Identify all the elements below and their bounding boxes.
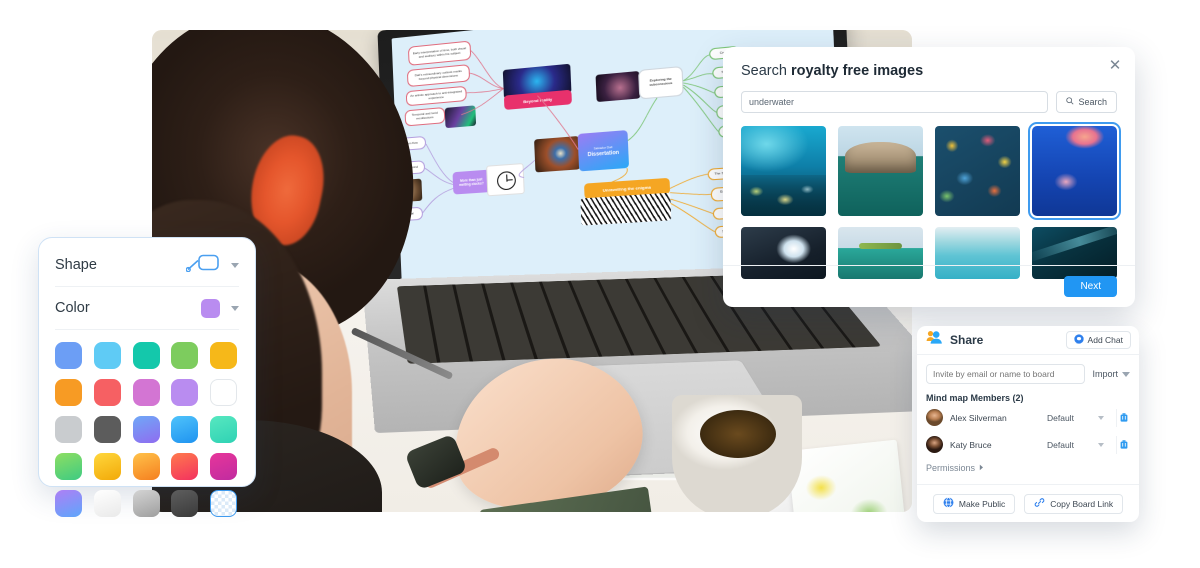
invite-input[interactable] [926, 364, 1086, 384]
dialog-title-bold: royalty free images [790, 63, 924, 79]
share-footer: Make Public Copy Board Link [917, 484, 1139, 522]
swatch-white[interactable] [210, 379, 238, 406]
dialog-footer: Next [723, 265, 1135, 307]
shape-label: Shape [55, 257, 97, 273]
result-colorful-coral-garden[interactable] [935, 126, 1020, 216]
trash-icon[interactable] [1116, 435, 1130, 454]
swatch-green-gradient[interactable] [55, 453, 82, 480]
coffee-liquid [700, 410, 776, 458]
swatch-charcoal-gradient[interactable] [171, 490, 199, 517]
copy-board-link-label: Copy Board Link [1050, 498, 1114, 509]
swatch-orange-gradient[interactable] [132, 453, 160, 480]
swatch-magenta-gradient[interactable] [210, 453, 238, 480]
add-chat-label: Add Chat [1087, 335, 1123, 345]
add-chat-button[interactable]: Add Chat [1065, 331, 1131, 349]
import-dropdown[interactable]: Import [1092, 369, 1130, 379]
avatar-alex [926, 409, 943, 426]
swatch-gold-gradient[interactable] [93, 453, 121, 480]
search-images-dialog: Search royalty free images ✕ Search Next [723, 47, 1135, 307]
swatch-light-gray[interactable] [55, 416, 82, 443]
import-label: Import [1092, 369, 1118, 379]
shape-chevron-down-icon[interactable] [231, 262, 239, 268]
link-icon [1034, 497, 1045, 510]
swatch-coral-red[interactable] [93, 379, 121, 406]
permissions-link[interactable]: Permissions [926, 463, 1130, 473]
make-public-label: Make Public [958, 498, 1006, 509]
search-button-label: Search [1078, 97, 1107, 107]
swatch-violet-blue-gradient[interactable] [132, 416, 160, 443]
share-panel: Share Add Chat Import [917, 326, 1139, 522]
color-label: Color [55, 300, 90, 316]
rounded-rect-shape-icon [185, 253, 220, 277]
swatch-cornflower-blue[interactable] [55, 342, 82, 369]
swatch-silver-gradient[interactable] [132, 490, 160, 517]
swatch-sky-blue[interactable] [93, 342, 121, 369]
shape-row[interactable]: Shape [55, 244, 239, 287]
chat-bubble-icon [1073, 334, 1084, 346]
member-role-chevron-down-icon[interactable] [1098, 415, 1104, 420]
import-chevron-down-icon [1122, 371, 1130, 377]
member-name: Katy Bruce [950, 439, 992, 450]
color-row[interactable]: Color [55, 287, 239, 330]
next-button[interactable]: Next [1064, 276, 1117, 297]
share-header: Share Add Chat [917, 326, 1139, 355]
member-row-katy-bruce: Katy Bruce Default [926, 432, 1130, 457]
member-name: Alex Silverman [950, 412, 1007, 423]
swatch-dark-gray[interactable] [93, 416, 121, 443]
member-role[interactable]: Default [1047, 440, 1091, 450]
invite-row: Import [926, 364, 1130, 384]
color-chevron-down-icon[interactable] [231, 305, 239, 311]
search-button[interactable]: Search [1056, 91, 1117, 113]
current-color-swatch[interactable] [201, 298, 220, 318]
avatar-katy [926, 436, 943, 453]
shape-color-panel: Shape Color [38, 237, 256, 517]
swatch-red-pink-gradient[interactable] [171, 453, 199, 480]
permissions-label: Permissions [926, 463, 976, 473]
swatch-orchid[interactable] [132, 379, 160, 406]
image-results-grid [741, 122, 1121, 279]
swatch-purple-blue-gradient[interactable] [55, 490, 82, 517]
result-rock-arch-half-underwater[interactable] [838, 126, 923, 216]
result-coral-reef-sunlight[interactable] [741, 126, 826, 216]
globe-icon [943, 497, 954, 510]
member-role-chevron-down-icon[interactable] [1098, 442, 1104, 447]
members-title: Mind map Members (2) [926, 393, 1024, 403]
swatch-light-purple[interactable] [171, 379, 199, 406]
result-jellyfish-blue-water[interactable] [1028, 122, 1121, 220]
swatch-transparent[interactable] [210, 490, 238, 517]
share-body: Import Mind map Members (2) Alex Silverm… [917, 355, 1139, 484]
illustrated-book [787, 439, 907, 512]
search-icon [1066, 97, 1074, 107]
swatch-light-green[interactable] [171, 342, 199, 369]
dialog-title-prefix: Search [741, 63, 791, 79]
copy-board-link-button[interactable]: Copy Board Link [1024, 493, 1124, 514]
screenshot-root: Early interpretation of time, both visua… [0, 0, 1200, 568]
people-icon [926, 330, 943, 350]
swatch-orange[interactable] [55, 379, 82, 406]
search-input[interactable] [741, 91, 1049, 113]
swatch-amber[interactable] [210, 342, 238, 369]
chevron-right-icon [979, 463, 984, 473]
close-icon[interactable]: ✕ [1107, 58, 1123, 74]
member-role[interactable]: Default [1047, 413, 1091, 423]
trash-icon[interactable] [1116, 408, 1130, 427]
swatch-near-white-gradient[interactable] [93, 490, 121, 517]
make-public-button[interactable]: Make Public [932, 493, 1016, 514]
search-row: Search [741, 91, 1117, 113]
swatch-mint-gradient[interactable] [210, 416, 238, 443]
member-row-alex-silverman: Alex Silverman Default [926, 405, 1130, 430]
swatch-bright-blue[interactable] [171, 416, 199, 443]
color-swatch-grid [55, 342, 239, 517]
swatch-teal[interactable] [132, 342, 160, 369]
dialog-title: Search royalty free images [741, 63, 1117, 79]
share-title: Share [950, 333, 984, 347]
